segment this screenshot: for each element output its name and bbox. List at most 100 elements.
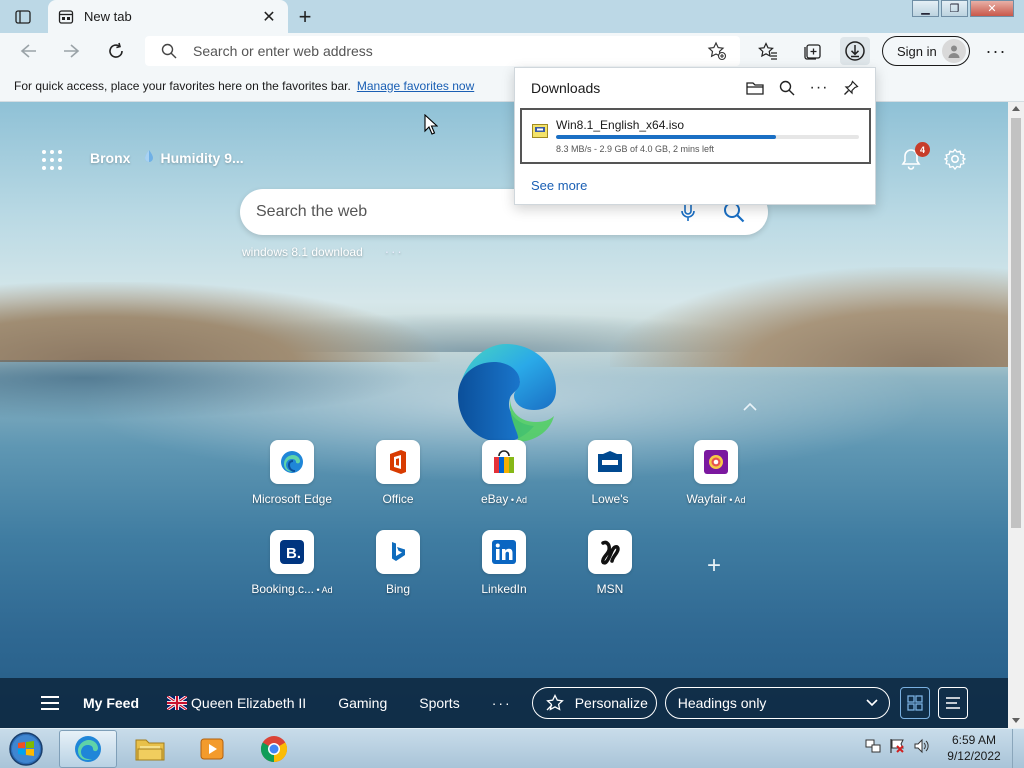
taskbar-file-explorer[interactable] bbox=[121, 730, 179, 768]
booking-icon: B. bbox=[270, 530, 314, 574]
quick-link-booking[interactable]: B. Booking.c... • Ad bbox=[244, 530, 340, 610]
quick-link-wayfair[interactable]: Wayfair • Ad bbox=[668, 440, 764, 520]
feed-tab-gaming[interactable]: Gaming bbox=[338, 695, 387, 711]
list-view-icon bbox=[945, 697, 960, 709]
taskbar-edge[interactable] bbox=[59, 730, 117, 768]
uk-flag-icon bbox=[167, 696, 188, 710]
ebay-icon bbox=[482, 440, 526, 484]
chevron-down-icon bbox=[866, 699, 878, 707]
feed-more-icon[interactable]: ··· bbox=[492, 695, 512, 711]
feed-tab-queen-elizabeth[interactable]: Queen Elizabeth II bbox=[167, 695, 306, 711]
add-quick-link-button[interactable]: + bbox=[702, 552, 726, 579]
refresh-button[interactable] bbox=[101, 37, 131, 65]
scrollbar-thumb[interactable] bbox=[1011, 118, 1021, 528]
background-hill-left bbox=[0, 282, 440, 362]
title-bar: New tab ✕ + ▁ ❐ ✕ bbox=[0, 0, 1024, 33]
download-file-name[interactable]: Win8.1_English_x64.iso bbox=[556, 118, 859, 132]
minimize-button[interactable]: ▁ bbox=[912, 0, 939, 17]
show-desktop-button[interactable] bbox=[1012, 729, 1024, 768]
address-bar[interactable]: Search or enter web address bbox=[145, 36, 740, 66]
humidity-drop-icon bbox=[144, 149, 154, 166]
feed-navigation-bar: My Feed Queen Elizabeth II Gaming Sports… bbox=[0, 678, 1008, 728]
office-icon bbox=[376, 440, 420, 484]
taskbar-chrome[interactable] bbox=[245, 730, 303, 768]
quick-link-linkedin[interactable]: LinkedIn bbox=[456, 530, 552, 610]
back-button[interactable] bbox=[14, 37, 44, 65]
tab-title: New tab bbox=[84, 9, 132, 24]
edge-logo-icon bbox=[454, 340, 558, 444]
start-button[interactable] bbox=[6, 730, 46, 768]
linkedin-icon bbox=[482, 530, 526, 574]
downloads-button[interactable] bbox=[840, 37, 870, 65]
feed-tab-my-feed[interactable]: My Feed bbox=[83, 695, 139, 711]
manage-favorites-link[interactable]: Manage favorites now bbox=[357, 79, 474, 93]
forward-arrow-icon bbox=[64, 44, 80, 58]
scroll-up-icon[interactable] bbox=[1012, 106, 1020, 111]
trending-search-link[interactable]: windows 8.1 download bbox=[242, 245, 363, 259]
app-launcher-icon[interactable] bbox=[40, 148, 64, 172]
tab-new-tab[interactable]: New tab ✕ bbox=[48, 0, 288, 33]
pin-icon[interactable] bbox=[841, 78, 861, 98]
msn-icon bbox=[588, 530, 632, 574]
quick-link-bing[interactable]: Bing bbox=[350, 530, 446, 610]
tab-actions-button[interactable] bbox=[8, 6, 38, 28]
grid-view-button[interactable] bbox=[899, 687, 930, 719]
see-more-link[interactable]: See more bbox=[531, 178, 587, 193]
background-shore bbox=[0, 360, 420, 420]
forward-button[interactable] bbox=[56, 37, 86, 65]
open-folder-icon[interactable] bbox=[745, 78, 765, 98]
collapse-chevron-icon[interactable] bbox=[741, 400, 759, 414]
personalize-label: Personalize bbox=[574, 695, 648, 711]
quick-link-label: LinkedIn bbox=[481, 582, 527, 596]
sign-in-button[interactable]: Sign in bbox=[882, 36, 970, 66]
action-center-icon[interactable] bbox=[888, 737, 906, 755]
downloads-panel: Downloads ··· Win8.1_English_x64.iso 8.3… bbox=[514, 67, 876, 205]
quick-link-lowes[interactable]: Lowe's bbox=[562, 440, 658, 520]
search-downloads-icon[interactable] bbox=[777, 78, 797, 98]
collections-button[interactable] bbox=[797, 37, 827, 65]
personalize-button[interactable]: Personalize bbox=[531, 687, 657, 719]
weather-widget[interactable]: Bronx Humidity 9... bbox=[90, 149, 244, 166]
clock-time: 6:59 AM bbox=[951, 733, 997, 747]
settings-and-more-button[interactable]: ··· bbox=[982, 37, 1010, 65]
volume-icon[interactable] bbox=[912, 737, 930, 755]
address-placeholder: Search or enter web address bbox=[193, 43, 373, 59]
more-options-icon[interactable]: ··· bbox=[809, 78, 829, 98]
maximize-button[interactable]: ❐ bbox=[941, 0, 968, 17]
quick-link-office[interactable]: Office bbox=[350, 440, 446, 520]
folder-icon bbox=[135, 739, 165, 761]
toolbar: Search or enter web address Sign in ··· bbox=[0, 33, 1024, 70]
list-view-button[interactable] bbox=[937, 687, 968, 719]
new-tab-page-icon bbox=[58, 9, 74, 25]
quick-link-msn[interactable]: MSN bbox=[562, 530, 658, 610]
close-tab-icon[interactable]: ✕ bbox=[260, 8, 278, 26]
taskbar-media-player[interactable] bbox=[183, 730, 241, 768]
quick-link-microsoft-edge[interactable]: Microsoft Edge bbox=[244, 440, 340, 520]
feed-tab-sports[interactable]: Sports bbox=[419, 695, 459, 711]
add-favorite-icon[interactable] bbox=[706, 40, 728, 62]
new-tab-button[interactable]: + bbox=[292, 4, 318, 29]
wayfair-icon bbox=[694, 440, 738, 484]
download-item[interactable]: Win8.1_English_x64.iso 8.3 MB/s - 2.9 GB… bbox=[520, 108, 871, 164]
trending-more-icon[interactable]: ··· bbox=[385, 244, 404, 259]
scroll-down-icon[interactable] bbox=[1012, 718, 1020, 723]
sign-in-label: Sign in bbox=[897, 43, 937, 59]
quick-link-ebay[interactable]: eBay • Ad bbox=[456, 440, 552, 520]
feed-view-dropdown[interactable]: Headings only bbox=[664, 687, 890, 719]
downloads-toolbar: ··· bbox=[733, 78, 861, 98]
page-settings-button[interactable] bbox=[942, 146, 968, 172]
favorites-button[interactable] bbox=[753, 37, 783, 65]
system-clock[interactable]: 6:59 AM 9/12/2022 bbox=[946, 732, 1002, 764]
network-icon[interactable] bbox=[864, 737, 882, 755]
downloads-title: Downloads bbox=[531, 80, 601, 96]
gear-icon bbox=[944, 148, 966, 170]
vertical-scrollbar[interactable] bbox=[1008, 102, 1024, 728]
edge-icon bbox=[75, 736, 101, 762]
quick-link-label: eBay • Ad bbox=[480, 492, 528, 506]
taskbar: 6:59 AM 9/12/2022 bbox=[0, 728, 1024, 768]
hamburger-menu-icon[interactable] bbox=[41, 696, 59, 710]
weather-humidity: Humidity 9... bbox=[160, 149, 244, 166]
window-controls: ▁ ❐ ✕ bbox=[910, 0, 1014, 17]
notifications-button[interactable]: 4 bbox=[898, 142, 930, 172]
close-window-button[interactable]: ✕ bbox=[970, 0, 1014, 17]
